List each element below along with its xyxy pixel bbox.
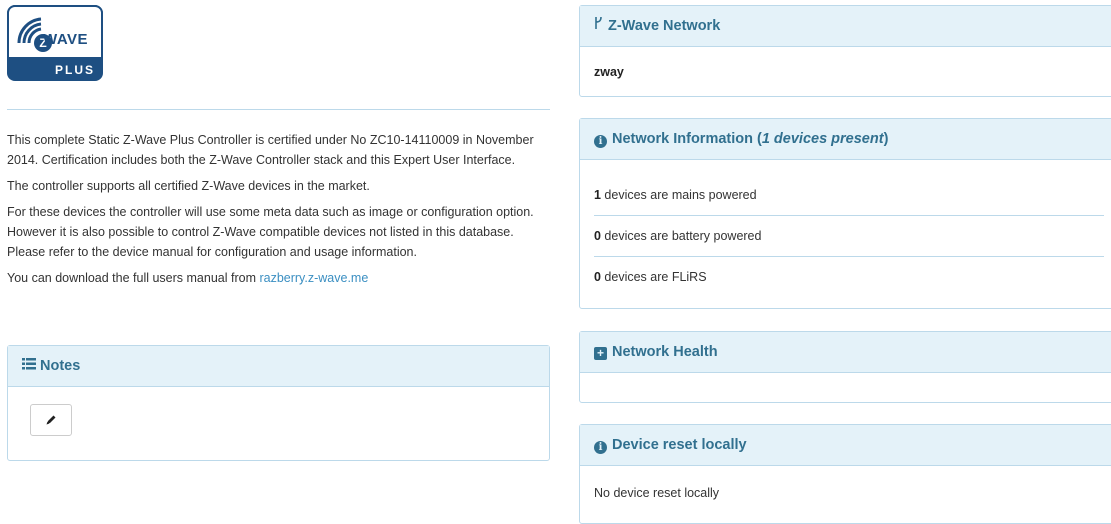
network-name: zway	[594, 65, 624, 79]
manual-text: You can download the full users manual f…	[7, 271, 260, 285]
divider	[7, 109, 550, 110]
network-information-title-suffix: )	[883, 131, 889, 147]
network-health-title: Network Health	[612, 344, 718, 360]
device-reset-heading: i Device reset locally	[580, 425, 1111, 466]
notes-title: Notes	[40, 358, 81, 374]
info-circle-icon: i	[594, 441, 607, 454]
battery-count: 0	[594, 229, 601, 243]
manual-link[interactable]: razberry.z-wave.me	[259, 271, 368, 285]
device-reset-panel: i Device reset locally No device reset lo…	[579, 424, 1111, 524]
network-health-heading[interactable]: + Network Health	[580, 332, 1111, 373]
zwave-network-panel: Z-Wave Network zway	[579, 5, 1111, 97]
list-icon	[22, 346, 36, 386]
left-column: Z WAVE PLUS This complete Static Z-Wave …	[7, 5, 550, 294]
flirs-count: 0	[594, 270, 601, 284]
intro-paragraph-supports: The controller supports all certified Z-…	[7, 179, 370, 193]
edit-notes-button[interactable]	[30, 404, 72, 436]
mains-text: devices are mains powered	[600, 188, 757, 202]
mains-count: 1	[594, 188, 601, 202]
network-information-heading: i Network Information (1 devices present)	[580, 119, 1111, 160]
intro-paragraph-certification: This complete Static Z-Wave Plus Control…	[7, 133, 534, 167]
info-row-battery: 0 devices are battery powered	[594, 216, 1104, 257]
zwave-network-heading: Z-Wave Network	[580, 6, 1111, 47]
pencil-icon	[46, 415, 56, 425]
zwave-network-title: Z-Wave Network	[608, 18, 721, 34]
intro-paragraph-manual: You can download the full users manual f…	[7, 268, 550, 288]
network-icon	[594, 6, 604, 46]
flirs-text: devices are FLiRS	[600, 270, 707, 284]
network-health-panel: + Network Health	[579, 331, 1111, 403]
battery-text: devices are battery powered	[600, 229, 762, 243]
logo-plus-text: PLUS	[54, 63, 95, 77]
devices-present-count: 1 devices present	[761, 131, 884, 147]
logo-brand-text: WAVE	[43, 31, 89, 48]
plus-square-icon: +	[594, 347, 607, 360]
network-information-panel: i Network Information (1 devices present)…	[579, 118, 1111, 309]
info-row-mains: 1 devices are mains powered	[594, 175, 1104, 216]
info-circle-icon: i	[594, 135, 607, 148]
notes-heading: Notes	[8, 346, 549, 387]
info-row-flirs: 0 devices are FLiRS	[594, 257, 1104, 297]
network-information-title-prefix: Network Information (	[612, 131, 762, 147]
notes-panel: Notes	[7, 345, 550, 461]
device-reset-title: Device reset locally	[612, 437, 747, 453]
zwave-plus-logo: Z WAVE PLUS	[7, 5, 103, 81]
intro-paragraph-meta-data: For these devices the controller will us…	[7, 205, 534, 259]
